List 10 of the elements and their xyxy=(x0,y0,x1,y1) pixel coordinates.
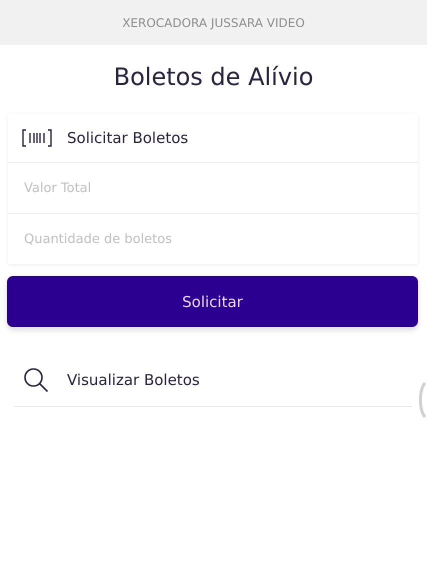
page-title: Boletos de Alívio xyxy=(112,63,314,93)
submit-button[interactable]: Solicitar xyxy=(7,276,418,327)
header-title: XEROCADORA JUSSARA VIDEO xyxy=(122,16,305,30)
input-field[interactable]: Quantidade de boletos xyxy=(8,213,418,264)
view-list-item[interactable]: Visualizar Boletos xyxy=(14,353,412,407)
card-title: Solicitar Boletos xyxy=(67,129,188,147)
search-icon xyxy=(23,366,49,392)
barcode-icon xyxy=(22,129,52,147)
input-field[interactable]: Valor Total xyxy=(8,162,418,213)
arc-icon xyxy=(416,382,426,418)
